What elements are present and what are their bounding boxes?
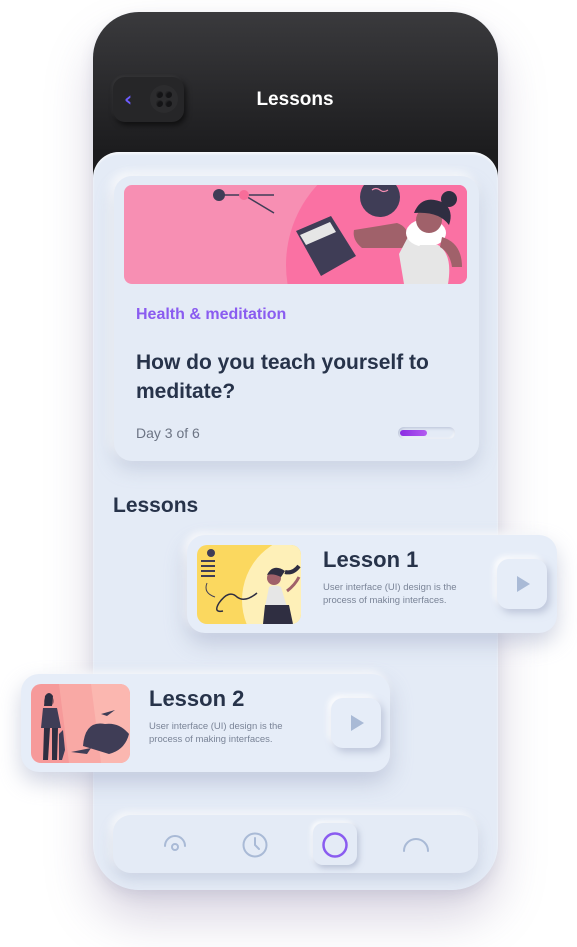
play-button[interactable] (331, 698, 381, 748)
back-button[interactable]: ‹ (113, 77, 184, 122)
nav-item-gauge[interactable] (157, 827, 193, 863)
circle-icon (322, 832, 348, 858)
lessons-heading: Lessons (113, 494, 199, 517)
lesson-thumbnail (31, 684, 130, 763)
lesson-card-2[interactable]: Lesson 2 User interface (UI) design is t… (21, 674, 390, 772)
nav-item-clock[interactable] (237, 827, 273, 863)
course-progress-fill (400, 430, 427, 436)
lesson-description: User interface (UI) design is the proces… (323, 582, 457, 606)
course-category: Health & meditation (136, 306, 287, 323)
gauge-icon (164, 835, 186, 851)
lesson-card-1[interactable]: Lesson 1 User interface (UI) design is t… (187, 535, 557, 633)
play-icon (351, 715, 364, 731)
chevron-left-icon: ‹ (124, 87, 133, 111)
clock-icon (242, 832, 268, 858)
lesson-description: User interface (UI) design is the proces… (149, 721, 283, 745)
page-title: Lessons (256, 89, 334, 110)
grid-dots-icon (150, 85, 178, 113)
lesson-thumbnail (197, 545, 301, 624)
lesson-title: Lesson 1 (323, 547, 419, 572)
play-icon (517, 576, 530, 592)
course-progress-bar (398, 427, 455, 439)
arc-icon (403, 838, 429, 852)
course-progress-text: Day 3 of 6 (136, 425, 200, 441)
play-button[interactable] (497, 559, 547, 609)
nav-item-arc[interactable] (398, 827, 434, 863)
course-title: How do you teach yourself to meditate? (136, 351, 429, 403)
lesson-title: Lesson 2 (149, 686, 245, 711)
course-banner-image (124, 185, 467, 284)
nav-item-circle[interactable] (317, 827, 353, 863)
